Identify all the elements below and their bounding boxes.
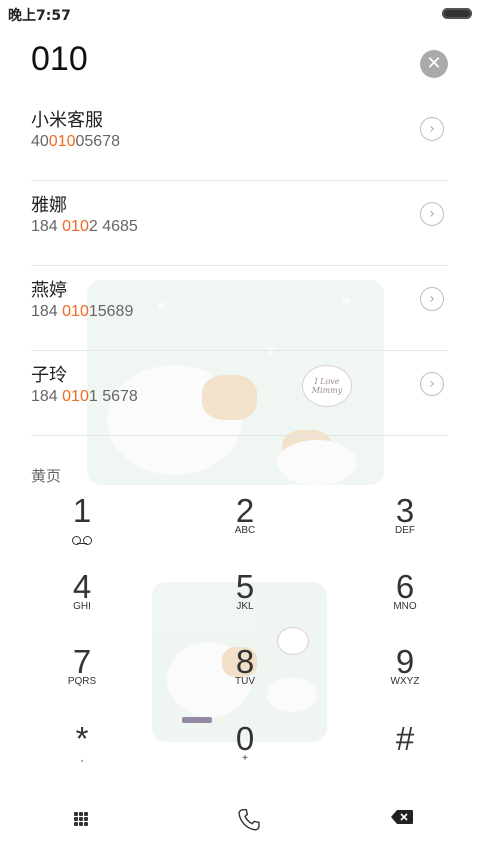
contact-results-list: 小米客服 4001005678 › 雅娜 184 0102 4685 › 燕婷 … [31, 96, 448, 436]
key-4[interactable]: 4 GHI [12, 569, 152, 639]
contact-name: 雅娜 [31, 195, 67, 216]
battery-icon [442, 8, 472, 19]
contact-name: 小米客服 [31, 110, 103, 131]
key-7[interactable]: 7 PQRS [12, 644, 152, 714]
dialed-number: 010 [31, 40, 88, 78]
contact-row[interactable]: 燕婷 184 01015689 › [31, 266, 448, 351]
key-3[interactable]: 3 DEF [335, 493, 475, 563]
chevron-right-icon[interactable]: › [420, 117, 444, 141]
contact-name: 燕婷 [31, 280, 67, 301]
key-2[interactable]: 2 ABC [175, 493, 315, 563]
contact-number: 4001005678 [31, 133, 120, 150]
chevron-right-icon[interactable]: › [420, 372, 444, 396]
key-6[interactable]: 6 MNO [335, 569, 475, 639]
status-bar: 晚上7:57 [0, 0, 480, 28]
yellow-pages-label[interactable]: 黄页 [31, 465, 61, 486]
bottom-bar [0, 795, 480, 853]
contact-number: 184 0102 4685 [31, 218, 138, 235]
backspace-icon[interactable] [391, 810, 413, 824]
voicemail-icon [72, 536, 92, 545]
contact-number: 184 01015689 [31, 303, 134, 320]
dialpad-grid-icon[interactable] [74, 812, 88, 826]
key-5[interactable]: 5 JKL [175, 569, 315, 639]
clear-icon[interactable]: ✕ [420, 50, 448, 78]
key-9[interactable]: 9 WXYZ [335, 644, 475, 714]
key-1[interactable]: 1 [12, 493, 152, 563]
key-8[interactable]: 8 TUV [175, 644, 315, 714]
phone-call-icon[interactable] [236, 807, 262, 833]
status-time: 晚上7:57 [8, 8, 71, 24]
contact-row[interactable]: 雅娜 184 0102 4685 › [31, 181, 448, 266]
contact-row[interactable]: 小米客服 4001005678 › [31, 96, 448, 181]
key-hash[interactable]: # [335, 721, 475, 791]
contact-row[interactable]: 子玲 184 0101 5678 › [31, 351, 448, 436]
key-0[interactable]: 0 + [175, 721, 315, 791]
chevron-right-icon[interactable]: › [420, 287, 444, 311]
key-star[interactable]: *, [12, 721, 152, 791]
dial-keypad: 1 2 ABC 3 DEF 4 GHI 5 JKL 6 MNO 7 PQRS 8 TUV 9W… [0, 493, 480, 793]
contact-name: 子玲 [31, 365, 67, 386]
contact-number: 184 0101 5678 [31, 388, 138, 405]
chevron-right-icon[interactable]: › [420, 202, 444, 226]
